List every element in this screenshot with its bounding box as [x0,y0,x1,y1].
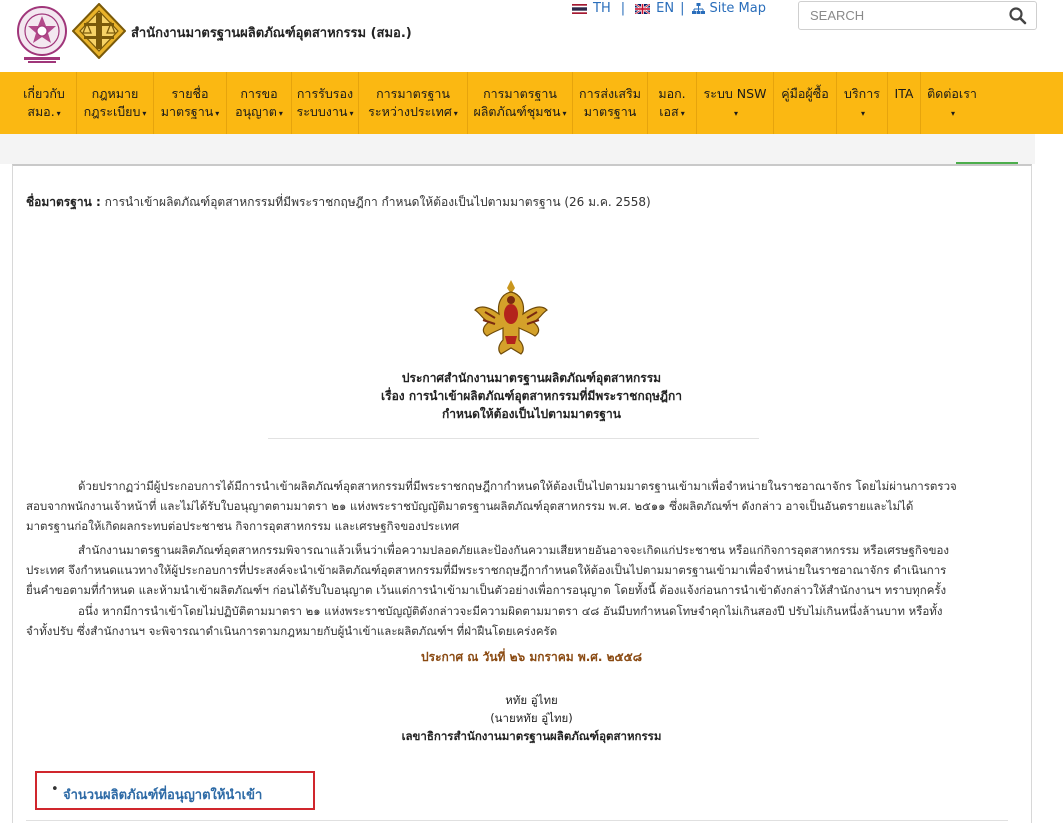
nav-label: ระบบ NSW [703,86,767,101]
paragraph-line: ยื่นคำขอตามที่กำหนด และห้ามนำเข้าผลิตภัณ… [26,583,947,597]
uk-flag-icon [635,3,651,14]
nav-item-services[interactable]: บริการ ▾ [837,72,887,134]
lang-th-link[interactable]: TH [572,1,611,16]
garuda-emblem [474,280,548,355]
nav-label: การขอ [240,86,278,101]
breadcrumb-band [0,134,1035,164]
lang-th-label: TH [593,1,611,16]
nav-label: มอก. [658,86,686,101]
nav-label: อนุญาต [235,104,277,119]
paragraph-line: อนึ่ง หากมีการนำเข้าโดยไม่ปฏิบัติตามมาตร… [78,604,943,618]
chevron-down-icon: ▾ [860,109,865,118]
chevron-down-icon: ▾ [950,109,955,118]
chevron-down-icon: ▾ [562,109,567,118]
nav-label: คู่มือผู้ซื้อ [781,86,829,101]
nav-label: ระหว่างประเทศ [368,104,452,119]
nav-label: เกี่ยวกับ [23,86,65,101]
nav-label: ติดต่อเรา [927,86,977,101]
nav-edge [1036,72,1063,134]
nav-label: ITA [894,86,914,101]
top-links: TH | EN | Site Map [572,1,766,16]
nav-item-license[interactable]: การขอ อนุญาต ▾ [227,72,291,134]
nav-item-accreditation[interactable]: การรับรอง ระบบงาน ▾ [292,72,358,134]
paragraph-line: ด้วยปรากฏว่ามีผู้ประกอบการได้มีการนำเข้า… [78,479,957,493]
chevron-down-icon: ▾ [142,109,147,118]
search-input[interactable] [799,2,989,29]
standard-name-value: การนำเข้าผลิตภัณฑ์อุตสาหกรรมที่มีพระราชก… [104,195,651,209]
thai-flag-icon [572,3,587,14]
signer-full-name: (นายหทัย อู่ไทย) [490,711,573,725]
chevron-down-icon: ▾ [453,109,458,118]
chevron-down-icon: ▾ [56,109,61,118]
lang-en-label: EN [656,1,675,16]
paragraph-line: สอบจากพนักงานเจ้าหน้าที่ และไม่ได้รับใบอ… [26,499,914,513]
tisi-logo[interactable] [72,3,126,59]
nav-label: ผลิตภัณฑ์ชุมชน [473,104,561,119]
nav-item-international[interactable]: การมาตรฐาน ระหว่างประเทศ ▾ [359,72,467,134]
lang-en-link[interactable]: EN [635,1,674,16]
nav-label: การส่งเสริม [579,86,641,101]
main-nav: เกี่ยวกับ สมอ. ▾ กฎหมาย กฎระเบียบ ▾ รายชื่… [0,72,1063,134]
nav-label: บริการ [844,86,880,101]
nav-item-buyer-guide[interactable]: คู่มือผู้ซื้อ [774,72,836,134]
nav-item-tis-s[interactable]: มอก. เอส ▾ [648,72,696,134]
chevron-down-icon: ▾ [349,109,354,118]
nav-item-contact[interactable]: ติดต่อเรา ▾ [921,72,983,134]
separator: | [620,1,626,16]
chevron-down-icon: ▾ [733,109,738,118]
standard-name-label: ชื่อมาตรฐาน : [26,195,101,209]
signer-name: หทัย อู่ไทย [505,693,558,707]
site-title: สำนักงานมาตรฐานผลิตภัณฑ์อุตสาหกรรม (สมอ.… [131,26,412,41]
sitemap-link[interactable]: Site Map [692,1,766,16]
paragraph-line: จำทั้งปรับ ซึ่งสำนักงานฯ จะพิจารณาดำเนิน… [26,624,558,638]
nav-label: กฎระเบียบ [83,104,141,119]
nav-item-standards-list[interactable]: รายชื่อ มาตรฐาน ▾ [154,72,226,134]
paragraph-line: ประเทศ จึงกำหนดแนวทางให้ผู้ประกอบการที่ป… [26,563,947,577]
divider [268,438,759,439]
announcement-date: ประกาศ ณ วันที่ ๒๖ มกราคม พ.ศ. ๒๕๕๘ [421,650,642,664]
standard-name: ชื่อมาตรฐาน : การนำเข้าผลิตภัณฑ์อุตสาหกร… [26,193,651,212]
search-icon[interactable] [1008,6,1028,26]
paragraph-2: สำนักงานมาตรฐานผลิตภัณฑ์อุตสาหกรรมพิจารณ… [26,540,1008,600]
imported-products-link[interactable]: จำนวนผลิตภัณฑ์ที่อนุญาตให้นำเข้า [63,784,262,805]
nav-label: การมาตรฐาน [483,86,557,101]
nav-label: สมอ. [27,104,55,119]
nav-item-ita[interactable]: ITA [888,72,920,134]
search-box [798,1,1037,30]
nav-item-promotion[interactable]: การส่งเสริม มาตรฐาน [573,72,647,134]
divider [26,820,1008,821]
nav-label: มาตรฐาน [160,104,214,119]
chevron-down-icon: ▾ [680,109,685,118]
nav-label: การมาตรฐาน [376,86,450,101]
highlighted-link-box: • จำนวนผลิตภัณฑ์ที่อนุญาตให้นำเข้า [35,771,315,810]
nav-label: ระบบงาน [296,104,348,119]
paragraph-line: สำนักงานมาตรฐานผลิตภัณฑ์อุตสาหกรรมพิจารณ… [78,543,949,557]
announcement-title-1: ประกาศสำนักงานมาตรฐานผลิตภัณฑ์อุตสาหกรรม [401,371,662,385]
announcement-title-3: กำหนดให้ต้องเป็นไปตามมาตรฐาน [441,407,621,421]
nav-item-about[interactable]: เกี่ยวกับ สมอ. ▾ [12,72,76,134]
page-edge [1035,134,1063,164]
bullet: • [51,782,59,797]
nav-item-law[interactable]: กฎหมาย กฎระเบียบ ▾ [77,72,153,134]
sitemap-label: Site Map [709,1,766,16]
nav-label: รายชื่อ [171,86,209,101]
ministry-of-industry-seal[interactable] [16,4,68,64]
announcement-title-2: เรื่อง การนำเข้าผลิตภัณฑ์อุตสาหกรรมที่มี… [381,389,682,403]
chevron-down-icon: ▾ [278,109,283,118]
nav-item-community[interactable]: การมาตรฐาน ผลิตภัณฑ์ชุมชน ▾ [468,72,572,134]
paragraph-1: ด้วยปรากฏว่ามีผู้ประกอบการได้มีการนำเข้า… [26,476,1008,536]
site-header: สำนักงานมาตรฐานผลิตภัณฑ์อุตสาหกรรม (สมอ.… [0,0,1063,72]
paragraph-3: อนึ่ง หากมีการนำเข้าโดยไม่ปฏิบัติตามมาตร… [26,601,1008,641]
paragraph-line: มาตรฐานก่อให้เกิดผลกระทบต่อประชาชน กิจกา… [26,519,460,533]
signer-title: เลขาธิการสำนักงานมาตรฐานผลิตภัณฑ์อุตสาหก… [401,729,662,743]
nav-label: การรับรอง [296,86,354,101]
separator: | [680,1,685,16]
sitemap-icon [692,2,706,14]
chevron-down-icon: ▾ [215,109,220,118]
nav-label: มาตรฐาน [583,104,637,119]
nav-item-nsw[interactable]: ระบบ NSW ▾ [697,72,773,134]
nav-label: เอส [659,104,679,119]
nav-label: กฎหมาย [91,86,139,101]
